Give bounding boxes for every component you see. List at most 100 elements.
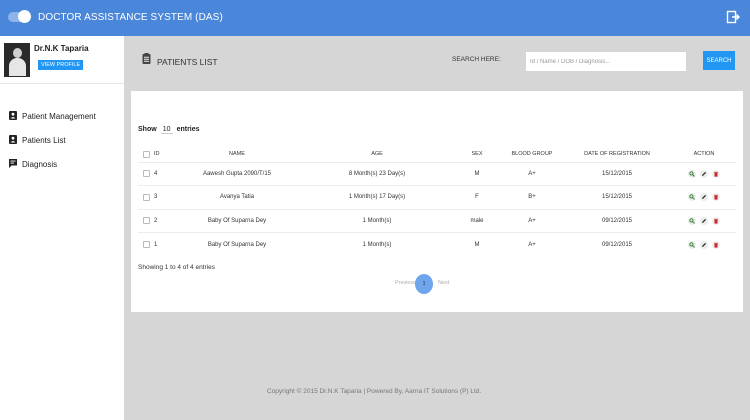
row-checkbox[interactable]	[142, 170, 150, 178]
cell-actions	[672, 208, 736, 233]
cell-actions	[672, 185, 736, 209]
search-button[interactable]: SEARCH	[703, 51, 735, 70]
sidebar-toggle-switch[interactable]	[8, 10, 31, 23]
edit-icon	[702, 218, 707, 223]
search-label: SEARCH HERE:	[452, 56, 501, 63]
show-entries-control: Show 10 entries	[138, 126, 200, 134]
sidebar-item-patient-management[interactable]: Patient Management	[0, 108, 124, 132]
search-icon	[689, 171, 696, 177]
cell-blood-group: A+	[502, 161, 562, 186]
delete-button[interactable]	[711, 193, 720, 202]
page-title: PATIENTS LIST	[157, 57, 218, 67]
edit-button[interactable]	[700, 240, 708, 249]
column-header-date[interactable]: DATE OF REGISTRATION	[562, 147, 672, 162]
sidebar-item-label: Patients List	[22, 136, 66, 145]
doctor-name: Dr.N.K Taparia	[34, 44, 89, 53]
pagination-page-1[interactable]: 1	[415, 274, 433, 294]
patients-table: ID NAME AGE SEX BLOOD GROUP DATE OF REGI…	[138, 147, 736, 256]
pagination-next[interactable]: Next	[438, 280, 449, 286]
view-button[interactable]	[688, 216, 697, 225]
delete-icon	[713, 242, 718, 248]
table-header-row: ID NAME AGE SEX BLOOD GROUP DATE OF REGI…	[138, 147, 736, 162]
view-profile-button[interactable]: VIEW PROFILE	[38, 60, 84, 70]
entries-summary: Showing 1 to 4 of 4 entries	[138, 264, 215, 271]
column-header-name[interactable]: NAME	[172, 147, 302, 162]
footer-copyright: Copyright © 2015 Dr.N.K Taparia | Powere…	[267, 388, 482, 395]
cell-blood-group: B+	[502, 185, 562, 209]
profile-panel: Dr.N.K Taparia VIEW PROFILE	[0, 36, 124, 84]
patients-list-card: Show 10 entries ID NAME AGE SEX BLOOD GR…	[131, 91, 743, 312]
select-all-checkbox[interactable]	[142, 150, 150, 158]
column-header-age[interactable]: AGE	[302, 147, 452, 162]
row-checkbox[interactable]	[142, 193, 150, 201]
delete-button[interactable]	[711, 169, 720, 178]
cell-date: 09/12/2015	[562, 232, 672, 256]
cell-actions	[672, 232, 736, 256]
delete-button[interactable]	[711, 216, 720, 225]
cell-name: Baby Of Suparna Dey	[172, 208, 302, 233]
cell-blood-group: A+	[502, 208, 562, 233]
delete-icon	[713, 195, 718, 200]
cell-id: 1	[154, 232, 172, 256]
row-select-cell	[138, 208, 154, 233]
entries-count-select[interactable]: 10	[160, 126, 173, 134]
delete-icon	[713, 218, 718, 224]
sidebar-item-label: Diagnosis	[22, 160, 58, 169]
cell-date: 15/12/2015	[562, 161, 672, 186]
cell-sex: M	[452, 161, 502, 186]
cell-date: 09/12/2015	[562, 208, 672, 233]
cell-id: 3	[154, 185, 172, 209]
edit-button[interactable]	[700, 216, 708, 225]
sidebar-item-diagnosis[interactable]: Diagnosis	[0, 156, 124, 180]
cell-age: 8 Month(s) 23 Day(s)	[302, 161, 452, 186]
table-row: 2 Baby Of Suparna Dey 1 Month(s) male A+…	[138, 208, 736, 233]
row-select-cell	[138, 185, 154, 209]
avatar-head	[13, 48, 22, 58]
cell-id: 2	[154, 208, 172, 233]
row-checkbox[interactable]	[142, 217, 150, 225]
view-button[interactable]	[688, 193, 697, 202]
row-select-cell	[138, 232, 154, 256]
avatar	[4, 43, 30, 77]
cell-age: 1 Month(s) 17 Day(s)	[302, 185, 452, 209]
search-icon	[689, 194, 696, 201]
cell-blood-group: A+	[502, 232, 562, 256]
search-icon	[689, 218, 696, 224]
column-header-id[interactable]: ID	[154, 147, 172, 162]
message-icon	[9, 159, 17, 168]
cell-actions	[672, 161, 736, 186]
sidebar-item-patients-list[interactable]: Patients List	[0, 132, 124, 156]
show-label: Show	[138, 126, 157, 133]
edit-button[interactable]	[700, 193, 708, 202]
edit-button[interactable]	[700, 169, 708, 178]
column-header-sex[interactable]: SEX	[452, 147, 502, 162]
delete-button[interactable]	[711, 240, 720, 249]
edit-icon	[702, 195, 707, 200]
view-button[interactable]	[688, 169, 697, 178]
column-header-blood-group[interactable]: BLOOD GROUP	[502, 147, 562, 162]
delete-icon	[713, 171, 718, 177]
table-row: 3 Avanya Tatia 1 Month(s) 17 Day(s) F B+…	[138, 185, 736, 209]
select-all-cell	[138, 147, 154, 162]
person-badge-icon	[9, 135, 17, 144]
app-title: DOCTOR ASSISTANCE SYSTEM (DAS)	[38, 12, 223, 23]
pagination-previous[interactable]: Previous	[395, 280, 416, 286]
search-icon	[689, 241, 696, 248]
search-input[interactable]	[526, 52, 686, 71]
edit-icon	[702, 171, 707, 176]
logout-icon[interactable]	[726, 10, 740, 24]
edit-icon	[702, 242, 707, 247]
cell-id: 4	[154, 161, 172, 186]
cell-date: 15/12/2015	[562, 185, 672, 209]
cell-name: Baby Of Suparna Dey	[172, 232, 302, 256]
view-button[interactable]	[688, 240, 697, 249]
row-checkbox[interactable]	[142, 240, 150, 248]
cell-age: 1 Month(s)	[302, 208, 452, 233]
cell-name: Avanya Tatia	[172, 185, 302, 209]
table-row: 4 Aawesh Gupta 2090/T/15 8 Month(s) 23 D…	[138, 161, 736, 186]
column-header-action: ACTION	[693, 151, 715, 158]
person-badge-icon	[9, 111, 17, 120]
cell-age: 1 Month(s)	[302, 232, 452, 256]
sidebar: Dr.N.K Taparia VIEW PROFILE Patient Mana…	[0, 36, 124, 420]
cell-name: Aawesh Gupta 2090/T/15	[172, 161, 302, 186]
